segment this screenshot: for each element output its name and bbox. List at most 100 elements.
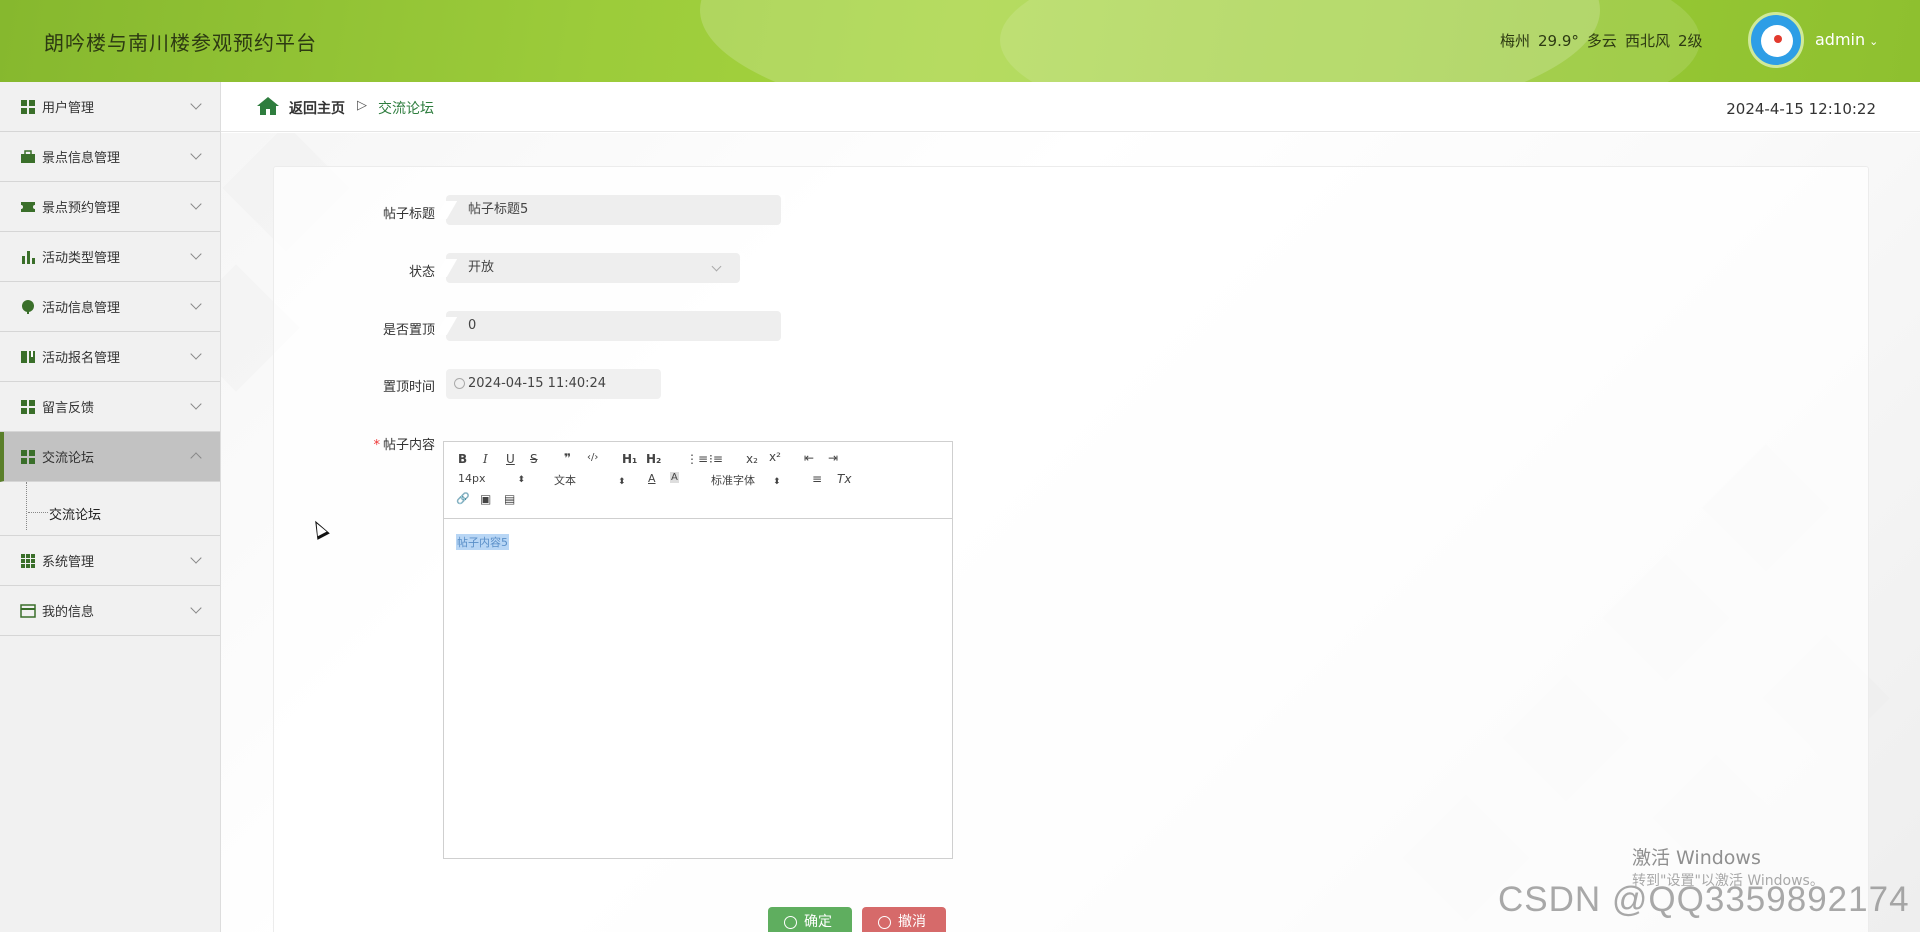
updown-icon: ⬍	[517, 475, 526, 485]
link-button[interactable]: 🔗	[456, 492, 470, 505]
required-mark: *	[373, 438, 380, 453]
format-select[interactable]: 文本 ⬍	[554, 472, 626, 488]
chevron-down-icon	[190, 398, 202, 410]
grid-icon	[21, 449, 35, 464]
updown-icon: ⬍	[773, 477, 781, 487]
confirm-button[interactable]: 确定	[768, 907, 852, 932]
sidebar-item-label: 留言反馈	[42, 401, 95, 416]
windows-activation-title: 激活 Windows	[1632, 847, 1761, 869]
chevron-down-icon	[190, 98, 202, 110]
sidebar-item-forum[interactable]: 交流论坛	[0, 432, 220, 482]
sidebar-subitem-forum[interactable]: 交流论坛	[0, 482, 220, 536]
quote-button[interactable]: ❞	[564, 451, 571, 465]
chevron-down-icon	[190, 198, 202, 210]
indent-button[interactable]: ⇥	[828, 451, 838, 465]
username: admin	[1815, 30, 1866, 49]
bold-button[interactable]: B	[458, 452, 467, 466]
chevron-down-icon	[190, 602, 202, 614]
sidebar-item-my-info[interactable]: 我的信息	[0, 586, 220, 636]
card-icon	[20, 603, 36, 618]
bg-color-button[interactable]: A	[670, 472, 679, 483]
sidebar-item-label: 我的信息	[42, 605, 95, 620]
csdn-watermark: CSDN @QQ3359892174	[1498, 880, 1910, 919]
h1-button[interactable]: H₁	[622, 452, 637, 466]
check-circle-icon	[784, 916, 797, 929]
sidebar-item-feedback[interactable]: 留言反馈	[0, 382, 220, 432]
editor-content[interactable]: 帖子内容5	[456, 534, 509, 550]
tree-line	[26, 482, 27, 530]
user-menu[interactable]: admin ⌄	[1815, 30, 1878, 49]
top-header: 朗吟楼与南川楼参观预约平台 梅州 29.9° 多云 西北风 2级 admin ⌄	[0, 0, 1920, 82]
rich-text-editor: B I U S ❞ ‹/› H₁ H₂ ⋮≡ ⁝≡ x₂ x² ⇤ ⇥ 14px…	[443, 441, 953, 859]
chevron-up-icon	[190, 452, 202, 464]
clean-format-button[interactable]: Tx	[837, 472, 851, 486]
post-title-input[interactable]: 帖子标题5	[434, 195, 785, 225]
status-select[interactable]: 开放	[434, 253, 744, 283]
sidebar-item-user-management[interactable]: 用户管理	[0, 82, 220, 132]
updown-icon: ⬍	[618, 477, 626, 487]
font-size-value: 14px	[458, 472, 486, 485]
ticket-icon	[21, 201, 35, 212]
weather-city: 梅州	[1500, 32, 1531, 50]
leaf-icon	[22, 299, 34, 314]
font-color-button[interactable]: A	[648, 472, 656, 485]
is-top-input[interactable]: 0	[434, 311, 785, 341]
sidebar-item-label: 系统管理	[42, 555, 95, 570]
current-time: 2024-4-15 12:10:22	[1726, 100, 1876, 118]
video-button[interactable]: ▤	[504, 492, 515, 506]
weather-temp: 29.9°	[1538, 32, 1579, 50]
superscript-button[interactable]: x²	[769, 450, 781, 464]
italic-button[interactable]: I	[483, 452, 488, 466]
home-icon[interactable]	[256, 96, 280, 116]
sidebar-item-activity-signup[interactable]: 活动报名管理	[0, 332, 220, 382]
briefcase-icon	[21, 149, 35, 163]
code-button[interactable]: ‹/›	[587, 452, 598, 463]
strike-button[interactable]: S	[530, 452, 538, 466]
sidebar-item-label: 用户管理	[42, 101, 95, 116]
cancel-button[interactable]: 撤消	[862, 907, 946, 932]
book-icon	[21, 350, 35, 363]
ordered-list-button[interactable]: ⋮≡	[686, 452, 708, 466]
font-size-select[interactable]: 14px ⬍	[458, 472, 525, 485]
avatar-nose	[1774, 35, 1782, 43]
breadcrumb-separator: ▷	[357, 98, 367, 113]
image-button[interactable]: ▣	[480, 492, 491, 506]
is-top-value: 0	[468, 318, 477, 333]
sidebar: 用户管理 景点信息管理 景点预约管理 活动类型管理 活动信息管理 活动报名管理 …	[0, 82, 221, 932]
font-family-select[interactable]: 标准字体 ⬍	[711, 472, 781, 488]
post-title-label: 帖子标题	[382, 207, 435, 222]
app-title: 朗吟楼与南川楼参观预约平台	[44, 31, 317, 55]
chevron-down-icon: ⌄	[1869, 35, 1879, 48]
bar-chart-icon	[22, 250, 35, 264]
apps-icon	[21, 553, 35, 568]
sidebar-item-spot-booking[interactable]: 景点预约管理	[0, 182, 220, 232]
subscript-button[interactable]: x₂	[746, 452, 758, 466]
avatar[interactable]	[1748, 12, 1804, 68]
outdent-button[interactable]: ⇤	[804, 451, 814, 465]
confirm-button-label: 确定	[804, 914, 832, 930]
weather-wind: 西北风	[1624, 32, 1670, 50]
sidebar-item-activity-type[interactable]: 活动类型管理	[0, 232, 220, 282]
h2-button[interactable]: H₂	[646, 452, 661, 466]
sidebar-item-label: 活动报名管理	[42, 351, 121, 366]
align-button[interactable]: ≡	[812, 472, 822, 486]
top-time-input[interactable]: 2024-04-15 11:40:24	[446, 369, 661, 399]
sidebar-item-label: 活动信息管理	[42, 301, 121, 316]
sidebar-item-label: 交流论坛	[42, 451, 95, 466]
underline-button[interactable]: U	[506, 452, 515, 466]
bullet-list-button[interactable]: ⁝≡	[709, 452, 723, 466]
sidebar-item-spot-info[interactable]: 景点信息管理	[0, 132, 220, 182]
sidebar-item-activity-info[interactable]: 活动信息管理	[0, 282, 220, 332]
cancel-button-label: 撤消	[898, 914, 926, 930]
sidebar-item-label: 活动类型管理	[42, 251, 121, 266]
sidebar-item-system[interactable]: 系统管理	[0, 536, 220, 586]
breadcrumb: 返回主页 ▷ 交流论坛 2024-4-15 12:10:22	[221, 82, 1920, 132]
close-circle-icon	[878, 916, 891, 929]
chevron-down-icon	[190, 248, 202, 260]
post-title-value: 帖子标题5	[468, 202, 529, 217]
grid-icon	[21, 99, 35, 114]
sidebar-item-label: 景点信息管理	[42, 151, 121, 166]
status-label: 状态	[408, 265, 435, 280]
breadcrumb-home-link[interactable]: 返回主页	[289, 98, 345, 118]
is-top-label: 是否置顶	[382, 323, 435, 338]
